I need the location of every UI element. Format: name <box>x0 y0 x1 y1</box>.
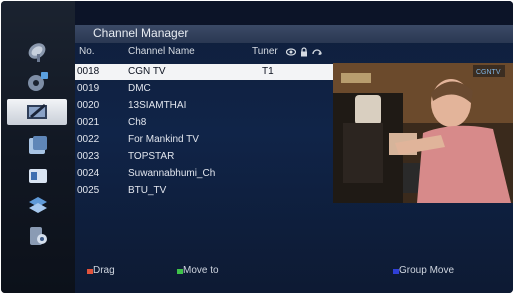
table-row[interactable]: 0020 13SIAMTHAI <box>75 98 333 114</box>
table-row[interactable]: 0023 TOPSTAR <box>75 149 333 165</box>
top-band <box>75 1 513 25</box>
header-no: No. <box>79 46 95 57</box>
move-to-hint: Move to <box>183 265 219 276</box>
skip-icon <box>312 49 322 55</box>
channel-number: 0023 <box>77 151 100 162</box>
table-row[interactable]: 0024 Suwannabhumi_Ch <box>75 166 333 182</box>
channel-name: Ch8 <box>128 117 147 128</box>
channel-manager-panel: Channel Manager No. Channel Name Tuner 0… <box>75 1 513 293</box>
media-icon[interactable] <box>21 163 55 189</box>
table-row[interactable]: 0025 BTU_TV <box>75 183 333 199</box>
channel-number: 0021 <box>77 117 100 128</box>
network-icon[interactable] <box>21 193 55 219</box>
tools-icon[interactable] <box>21 133 55 159</box>
header-status-icons <box>286 47 322 57</box>
table-row[interactable]: 0021 Ch8 <box>75 115 333 131</box>
channel-name: TOPSTAR <box>128 151 175 162</box>
channel-number: 0018 <box>77 66 100 77</box>
tv-screen: Channel Manager No. Channel Name Tuner 0… <box>1 1 513 293</box>
preview-image: CGNTV <box>333 63 513 203</box>
table-row[interactable]: 0022 For Mankind TV <box>75 132 333 148</box>
channel-name: For Mankind TV <box>128 134 199 145</box>
channel-number: 0020 <box>77 100 100 111</box>
table-header: No. Channel Name Tuner <box>75 44 513 61</box>
header-tuner: Tuner <box>252 46 278 57</box>
channel-number: 0024 <box>77 168 100 179</box>
channel-edit-icon[interactable] <box>7 99 67 125</box>
channel-name: DMC <box>128 83 151 94</box>
channel-number: 0022 <box>77 134 100 145</box>
channel-number: 0025 <box>77 185 100 196</box>
channel-name: BTU_TV <box>128 185 167 196</box>
channel-name: 13SIAMTHAI <box>128 100 187 111</box>
group-move-hint: Group Move <box>399 265 455 276</box>
footer-hints: Drag Move to Group Move <box>75 265 513 281</box>
channel-number: 0019 <box>77 83 100 94</box>
settings-icon[interactable] <box>21 69 55 95</box>
channel-name: Suwannabhumi_Ch <box>128 168 216 179</box>
lock-icon <box>301 47 307 57</box>
page-title: Channel Manager <box>93 26 189 40</box>
table-row[interactable]: 0019 DMC <box>75 81 333 97</box>
table-row[interactable]: 0018 CGN TV T1 <box>75 64 333 80</box>
eye-icon <box>286 48 296 56</box>
channel-tuner: T1 <box>262 66 274 77</box>
channel-name: CGN TV <box>128 66 166 77</box>
sidebar-menu <box>1 1 75 293</box>
system-info-icon[interactable] <box>21 223 55 249</box>
satellite-dish-icon[interactable] <box>21 39 55 65</box>
title-bar: Channel Manager <box>75 25 513 43</box>
channel-watermark: CGNTV <box>476 69 501 76</box>
video-preview: CGNTV <box>333 63 513 203</box>
header-channel-name: Channel Name <box>128 46 195 57</box>
drag-hint: Drag <box>93 265 115 276</box>
